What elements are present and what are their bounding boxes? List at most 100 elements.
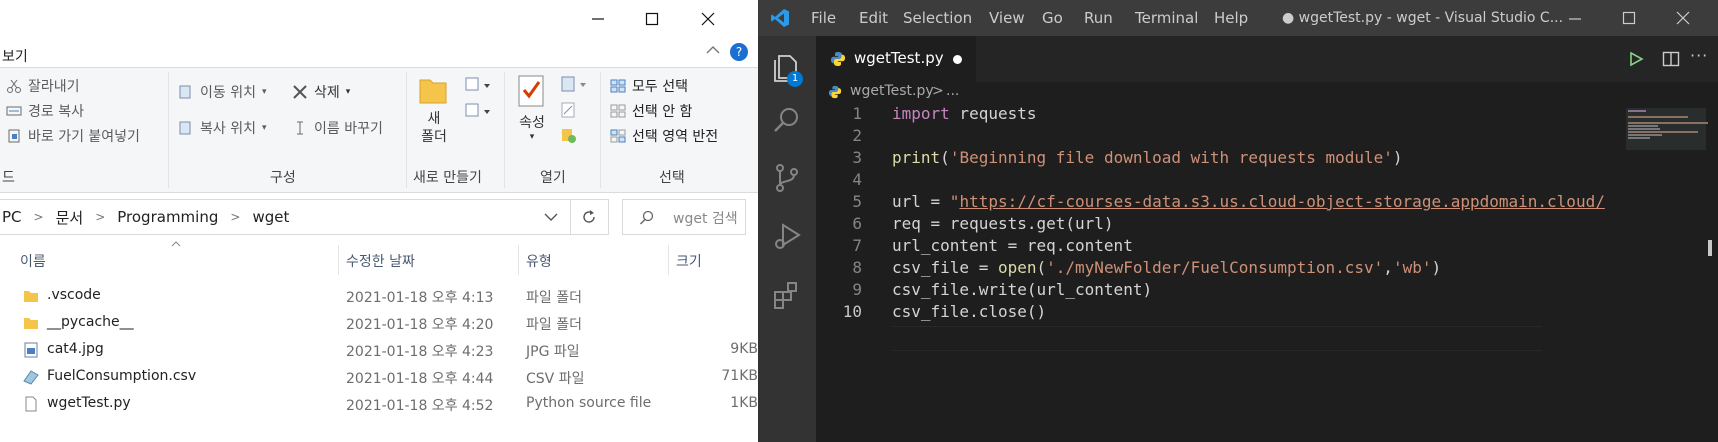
properties-button[interactable]: 속성 ▾ [512, 74, 552, 142]
column-divider[interactable] [518, 245, 519, 275]
select-none-button[interactable]: 선택 안 함 [610, 101, 692, 121]
code-token: ( [1036, 258, 1047, 277]
paste-shortcut-icon [8, 129, 20, 143]
move-to-label: 이동 위치 [200, 85, 256, 101]
line-number: 6 [852, 214, 862, 233]
column-header-size[interactable]: 크기 [676, 251, 702, 271]
file-row[interactable]: FuelConsumption.csv 2021-01-18 오후 4:44 C… [0, 364, 758, 391]
history-icon[interactable] [560, 128, 578, 144]
menu-run[interactable]: Run [1084, 9, 1113, 27]
refresh-icon[interactable] [580, 208, 598, 226]
open-icon[interactable] [560, 76, 590, 92]
move-to-button[interactable]: 이동 위치 ▾ [178, 82, 267, 102]
minimize-button[interactable] [578, 6, 618, 32]
breadcrumb-pc[interactable]: PC [2, 208, 22, 226]
menu-help[interactable]: Help [1214, 9, 1248, 27]
file-row[interactable]: wgetTest.py 2021-01-18 오후 4:52 Python so… [0, 391, 758, 418]
file-name: wgetTest.py [47, 395, 131, 411]
code-token: csv_file = [892, 258, 998, 277]
code-line: url_content = req.content [892, 236, 1133, 255]
copy-to-button[interactable]: 복사 위치 ▾ [178, 118, 267, 138]
maximize-icon[interactable] [1622, 11, 1636, 25]
easy-access-button[interactable] [464, 102, 492, 124]
breadcrumb-programming[interactable]: Programming [117, 208, 218, 226]
new-item-button[interactable] [464, 76, 492, 98]
chevron-up-icon[interactable] [706, 44, 720, 56]
line-number: 3 [852, 148, 862, 167]
close-icon [701, 12, 715, 26]
file-date: 2021-01-18 오후 4:23 [346, 344, 494, 360]
extensions-icon[interactable] [771, 278, 803, 310]
search-icon[interactable] [771, 104, 803, 136]
column-header-name[interactable]: 이름 [20, 251, 46, 271]
group-label-select: 선택 [659, 170, 685, 186]
invert-selection-button[interactable]: 선택 영역 반전 [610, 126, 718, 146]
address-bar[interactable]: PC > 문서 > Programming > wget [0, 199, 609, 235]
run-icon[interactable] [1628, 51, 1644, 67]
scrollbar-thumb[interactable] [1708, 240, 1712, 256]
paste-shortcut-button[interactable]: 바로 가기 붙여넣기 [6, 126, 140, 146]
chevron-right-icon: > [95, 210, 106, 224]
ribbon-tab-view[interactable]: 보기 [2, 46, 28, 66]
minimap[interactable] [1622, 104, 1718, 442]
split-editor-icon[interactable] [1662, 50, 1680, 68]
delete-label: 삭제 [314, 85, 340, 101]
chevron-down-icon[interactable] [544, 212, 558, 222]
divider [406, 72, 407, 188]
new-folder-button[interactable]: 새 폴더 [414, 74, 454, 146]
current-line-highlight [892, 326, 1542, 351]
breadcrumb-file[interactable]: wgetTest.py [850, 83, 934, 99]
file-type: 파일 폴더 [526, 290, 582, 306]
file-row[interactable]: __pycache__ 2021-01-18 오후 4:20 파일 폴더 [0, 310, 758, 337]
close-button[interactable] [688, 6, 728, 32]
minimap-line [1628, 131, 1698, 133]
menu-selection[interactable]: Selection [903, 9, 972, 27]
function-token: open [997, 258, 1037, 277]
line-number: 1 [852, 104, 862, 123]
close-icon[interactable] [1676, 11, 1690, 25]
line-number: 10 [842, 302, 862, 321]
menu-file[interactable]: File [811, 9, 836, 27]
breadcrumb-symbols[interactable]: ... [946, 83, 959, 99]
url-link[interactable]: https://cf-courses-data.s3.us.cloud-obje… [959, 192, 1604, 211]
tab-wgettest[interactable]: wgetTest.py [816, 36, 976, 82]
properties-icon [518, 75, 544, 107]
file-row[interactable]: .vscode 2021-01-18 오후 4:13 파일 폴더 [0, 283, 758, 310]
code-token: requests [949, 104, 1037, 123]
menu-edit[interactable]: Edit [859, 9, 888, 27]
menu-go[interactable]: Go [1042, 9, 1063, 27]
help-icon[interactable]: ? [730, 43, 748, 61]
menu-view[interactable]: View [989, 9, 1025, 27]
column-header-date[interactable]: 수정한 날짜 [346, 251, 415, 271]
breadcrumb-documents[interactable]: 문서 [56, 207, 84, 228]
cut-label: 잘라내기 [28, 79, 80, 95]
breadcrumb-wget[interactable]: wget [252, 208, 289, 226]
copy-path-button[interactable]: 경로 복사 [6, 101, 84, 121]
edit-icon[interactable] [560, 102, 578, 118]
column-header-type[interactable]: 유형 [526, 251, 552, 271]
properties-label: 속성 [519, 115, 545, 131]
select-all-button[interactable]: 모두 선택 [610, 76, 688, 96]
code-editor[interactable]: 1 2 3 4 5 6 7 8 9 10 import requests pri… [816, 104, 1718, 442]
column-divider[interactable] [668, 245, 669, 275]
group-label-open: 열기 [540, 170, 566, 186]
cut-button[interactable]: 잘라내기 [6, 76, 80, 96]
search-box[interactable]: wget 검색 [622, 199, 746, 235]
minimize-icon[interactable] [1568, 12, 1582, 26]
more-icon[interactable]: ··· [1690, 46, 1708, 65]
minimap-line [1628, 116, 1688, 118]
maximize-button[interactable] [632, 6, 672, 32]
run-debug-icon[interactable] [771, 220, 803, 252]
delete-button[interactable]: 삭제 ▾ [292, 82, 350, 102]
unsaved-dot-icon[interactable] [953, 55, 962, 64]
folder-icon [24, 291, 38, 302]
source-control-icon[interactable] [771, 162, 803, 194]
copy-to-label: 복사 위치 [200, 121, 256, 137]
file-row[interactable]: cat4.jpg 2021-01-18 오후 4:23 JPG 파일 9KB [0, 337, 758, 364]
column-divider[interactable] [338, 245, 339, 275]
rename-button[interactable]: 이름 바꾸기 [292, 118, 383, 138]
keyword-token: import [892, 104, 950, 123]
search-placeholder: wget 검색 [673, 211, 738, 227]
file-name: .vscode [47, 287, 101, 303]
menu-terminal[interactable]: Terminal [1135, 9, 1198, 27]
